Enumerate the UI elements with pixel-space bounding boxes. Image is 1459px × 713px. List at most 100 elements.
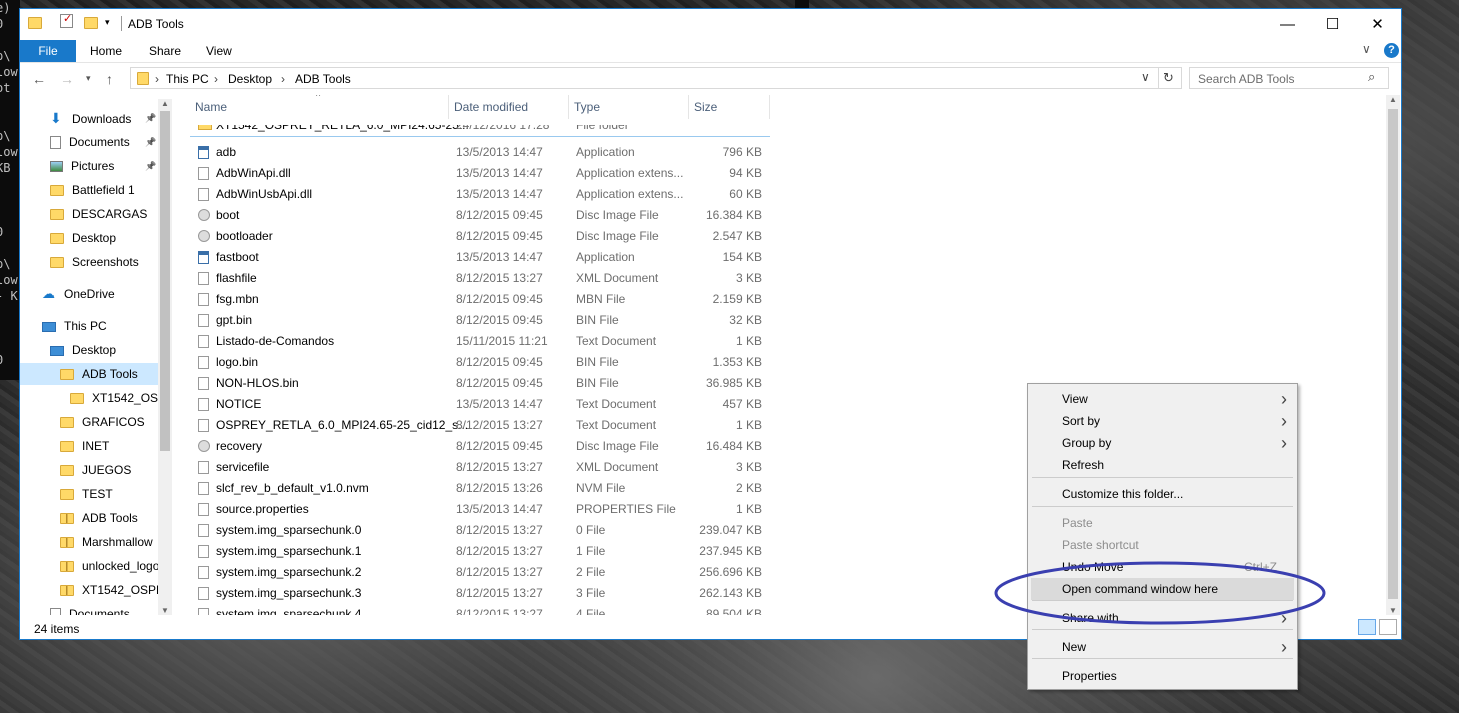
context-menu-item[interactable]: New — [1062, 636, 1086, 658]
title-bar[interactable]: ✓ ▾ ADB Tools — ☐ ✕ — [20, 9, 1401, 39]
new-folder-icon[interactable] — [84, 15, 98, 33]
minimize-button[interactable]: — — [1265, 9, 1310, 39]
file-row[interactable]: flashfile 8/12/2015 13:27 XML Document 3 KB — [190, 268, 770, 289]
column-header-name[interactable]: Name — [190, 95, 449, 119]
file-list-scroll-thumb[interactable] — [1388, 109, 1398, 599]
tab-share[interactable]: Share — [141, 40, 189, 62]
file-row[interactable]: XT1542_OSPREY_RETLA_6.0_MPI24.65-25... 24… — [190, 125, 770, 137]
navigation-pane-scroll-thumb[interactable] — [160, 111, 170, 451]
file-row[interactable]: source.properties 13/5/2013 14:47 PROPERTI… — [190, 499, 770, 520]
nav-item[interactable]: TEST — [20, 483, 158, 505]
nav-item[interactable]: XT1542_OSPRE — [20, 579, 172, 601]
nav-item[interactable]: Documents — [20, 603, 158, 615]
file-list-scrollbar[interactable]: ▲ ▼ — [1386, 95, 1400, 615]
nav-item[interactable]: INET — [20, 435, 158, 457]
context-menu-item[interactable]: Paste — [1062, 512, 1093, 534]
nav-item[interactable]: GRAFICOS — [20, 411, 158, 433]
recent-locations-chevron-icon[interactable]: ▾ — [86, 73, 91, 84]
context-menu-item[interactable]: Group by — [1062, 432, 1111, 454]
quick-access-folder-icon[interactable] — [28, 15, 42, 33]
context-menu-item[interactable]: Paste shortcut — [1062, 534, 1139, 556]
nav-item[interactable]: ADB Tools — [20, 507, 158, 529]
context-menu-item[interactable]: Open command window here — [1062, 578, 1218, 600]
details-view-icon[interactable] — [1358, 619, 1376, 635]
file-row[interactable]: fsg.mbn 8/12/2015 09:45 MBN File 2.159 KB — [190, 289, 770, 310]
column-header-date-modified[interactable]: Date modified — [449, 95, 569, 119]
file-row[interactable]: AdbWinUsbApi.dll 13/5/2013 14:47 Applicati… — [190, 184, 770, 205]
nav-item[interactable]: ⬇ Downloads 📌 — [20, 107, 158, 129]
tab-file[interactable]: File — [20, 40, 76, 62]
file-row[interactable]: logo.bin 8/12/2015 09:45 BIN File 1.353 KB — [190, 352, 770, 373]
customize-quick-access-chevron-icon[interactable]: ▾ — [105, 17, 110, 35]
tab-view[interactable]: View — [198, 40, 240, 62]
file-row[interactable]: NON-HLOS.bin 8/12/2015 09:45 BIN File 36.98… — [190, 373, 770, 394]
nav-item[interactable]: Screenshots — [20, 251, 158, 273]
file-row[interactable]: OSPREY_RETLA_6.0_MPI24.65-25_cid12_s... 8… — [190, 415, 770, 436]
scroll-down-arrow-icon[interactable]: ▼ — [1389, 606, 1397, 615]
file-row[interactable]: NOTICE 13/5/2013 14:47 Text Document 457 KB — [190, 394, 770, 415]
tab-home[interactable]: Home — [82, 40, 130, 62]
file-row[interactable]: servicefile 8/12/2015 13:27 XML Document 3 … — [190, 457, 770, 478]
file-row[interactable]: system.img_sparsechunk.1 8/12/2015 13:27 1… — [190, 541, 770, 562]
properties-check-icon[interactable]: ✓ — [60, 13, 73, 28]
file-row[interactable]: fastboot 13/5/2013 14:47 Application 154 KB — [190, 247, 770, 268]
nav-item[interactable]: XT1542_OSPRE — [20, 387, 172, 409]
nav-item[interactable]: Battlefield 1 — [20, 179, 158, 201]
context-menu-item[interactable]: Refresh — [1062, 454, 1104, 476]
column-header-size[interactable]: Size — [689, 95, 770, 119]
context-menu-item[interactable]: Share with — [1062, 607, 1119, 629]
file-row[interactable]: AdbWinApi.dll 13/5/2013 14:47 Application … — [190, 163, 770, 184]
nav-item[interactable]: Desktop — [20, 339, 158, 361]
nav-item[interactable]: Documents 📌 — [20, 131, 158, 153]
search-icon[interactable]: ⌕ — [1368, 69, 1375, 85]
expand-ribbon-chevron-icon[interactable]: ∨ — [1362, 42, 1371, 56]
scroll-up-arrow-icon[interactable]: ▲ — [1389, 95, 1397, 104]
file-row[interactable]: system.img_sparsechunk.3 8/12/2015 13:27 3… — [190, 583, 770, 604]
nav-item[interactable]: unlocked_logo — [20, 555, 159, 577]
breadcrumb-separator-icon[interactable]: › — [155, 72, 159, 86]
context-menu-item[interactable]: Customize this folder... — [1062, 483, 1183, 505]
search-input[interactable]: Search ADB Tools ⌕ — [1189, 67, 1389, 89]
file-row[interactable]: system.img_sparsechunk.0 8/12/2015 13:27 0… — [190, 520, 770, 541]
scroll-down-arrow-icon[interactable]: ▼ — [161, 606, 169, 615]
nav-item[interactable]: Marshmallow — [20, 531, 158, 553]
pin-icon[interactable]: 📌 — [145, 107, 156, 129]
breadcrumb-desktop[interactable]: Desktop — [228, 72, 272, 86]
nav-item[interactable]: ☁ OneDrive — [20, 283, 158, 305]
file-row[interactable]: bootloader 8/12/2015 09:45 Disc Image File… — [190, 226, 770, 247]
file-row[interactable]: gpt.bin 8/12/2015 09:45 BIN File 32 KB — [190, 310, 770, 331]
nav-item[interactable]: This PC — [20, 315, 158, 337]
address-dropdown-chevron-icon[interactable]: ∨ — [1141, 70, 1150, 84]
file-row[interactable]: adb 13/5/2013 14:47 Application 796 KB — [190, 142, 770, 163]
context-menu-item[interactable]: Properties — [1062, 665, 1117, 687]
help-icon[interactable]: ? — [1384, 43, 1399, 58]
breadcrumb-separator-icon[interactable]: › — [214, 72, 218, 86]
nav-item[interactable]: Pictures 📌 — [20, 155, 158, 177]
file-row[interactable]: boot 8/12/2015 09:45 Disc Image File 16.384… — [190, 205, 770, 226]
pin-icon[interactable]: 📌 — [145, 131, 156, 153]
scroll-up-arrow-icon[interactable]: ▲ — [161, 99, 169, 108]
breadcrumb-adb-tools[interactable]: ADB Tools — [295, 72, 351, 86]
context-menu-item[interactable]: Undo Move — [1062, 556, 1123, 578]
file-row[interactable]: recovery 8/12/2015 09:45 Disc Image File 16… — [190, 436, 770, 457]
nav-item[interactable]: JUEGOS — [20, 459, 158, 481]
nav-item[interactable]: DESCARGAS — [20, 203, 158, 225]
up-arrow-icon[interactable]: ↑ — [106, 71, 113, 87]
file-row[interactable]: Listado-de-Comandos 15/11/2015 11:21 Text … — [190, 331, 770, 352]
back-arrow-icon[interactable]: ← — [32, 71, 46, 87]
context-menu-item[interactable]: View — [1062, 388, 1088, 410]
breadcrumb-this-pc[interactable]: This PC — [166, 72, 209, 86]
file-row[interactable]: slcf_rev_b_default_v1.0.nvm 8/12/2015 13:… — [190, 478, 770, 499]
context-menu-item[interactable]: Sort by — [1062, 410, 1100, 432]
column-header-type[interactable]: Type — [569, 95, 689, 119]
close-button[interactable]: ✕ — [1355, 9, 1400, 39]
file-row[interactable]: system.img_sparsechunk.2 8/12/2015 13:27 2… — [190, 562, 770, 583]
large-icons-view-icon[interactable] — [1379, 619, 1397, 635]
breadcrumb-separator-icon[interactable]: › — [281, 72, 285, 86]
nav-item[interactable]: Desktop — [20, 227, 158, 249]
navigation-pane-scrollbar[interactable]: ▲ ▼ — [158, 99, 172, 615]
nav-item[interactable]: ADB Tools — [20, 363, 158, 385]
address-bar[interactable]: › This PC › Desktop › ADB Tools ∨ ↻ — [130, 67, 1182, 89]
refresh-icon[interactable]: ↻ — [1163, 70, 1174, 86]
maximize-button[interactable]: ☐ — [1310, 9, 1355, 39]
